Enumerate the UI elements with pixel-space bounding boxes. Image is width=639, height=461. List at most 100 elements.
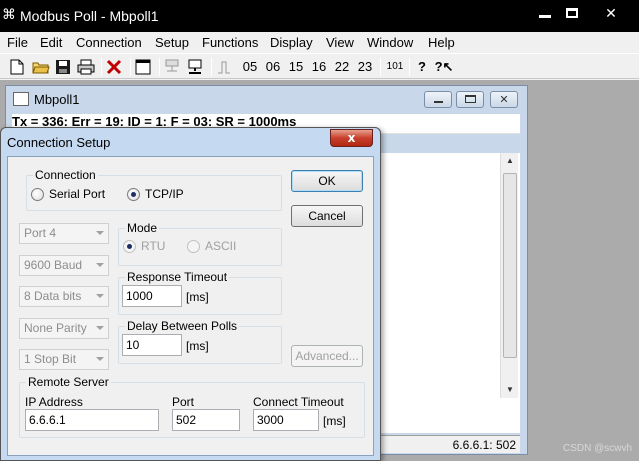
mode-group: Mode RTU ASCII bbox=[118, 221, 282, 266]
menu-view[interactable]: View bbox=[326, 35, 354, 50]
context-help-button[interactable]: ?↖ bbox=[434, 57, 454, 77]
port-select[interactable]: Port 4 bbox=[19, 223, 109, 244]
toolbar-separator bbox=[130, 58, 131, 76]
ok-button[interactable]: OK bbox=[291, 170, 363, 192]
fc-15-button[interactable]: 15 bbox=[286, 57, 306, 77]
dialog-titlebar: Connection Setup x bbox=[1, 128, 380, 156]
chevron-down-icon bbox=[96, 263, 104, 267]
port-input[interactable]: 502 bbox=[172, 409, 240, 431]
minimize-icon bbox=[434, 101, 443, 103]
child-close-button[interactable]: ✕ bbox=[490, 91, 518, 108]
print-button[interactable] bbox=[77, 57, 97, 77]
data-bits-select[interactable]: 8 Data bits bbox=[19, 286, 109, 307]
dialog-close-button[interactable]: x bbox=[330, 129, 373, 147]
chevron-down-icon bbox=[96, 326, 104, 330]
maximize-icon bbox=[465, 95, 476, 103]
new-button[interactable] bbox=[10, 57, 28, 77]
main-titlebar: ⌘ Modbus Poll - Mbpoll1 ✕ bbox=[0, 0, 639, 32]
new-file-icon bbox=[10, 59, 24, 75]
child-maximize-button[interactable] bbox=[456, 91, 484, 108]
menu-window[interactable]: Window bbox=[367, 35, 413, 50]
main-window: ⌘ Modbus Poll - Mbpoll1 ✕ File Edit Conn… bbox=[0, 0, 639, 461]
scroll-thumb[interactable] bbox=[503, 173, 517, 358]
save-button[interactable] bbox=[55, 57, 73, 77]
minimize-icon bbox=[539, 15, 551, 18]
tcp-ip-radio[interactable]: TCP/IP bbox=[127, 187, 184, 201]
stop-bit-select[interactable]: 1 Stop Bit bbox=[19, 349, 109, 370]
radio-checked-icon bbox=[123, 239, 136, 253]
delete-button[interactable] bbox=[106, 57, 126, 77]
cancel-button[interactable]: Cancel bbox=[291, 205, 363, 227]
watermark-text: CSDN @scwvh bbox=[563, 443, 633, 454]
dialog-title: Connection Setup bbox=[7, 135, 111, 150]
serial-port-label: Serial Port bbox=[49, 187, 106, 201]
baud-select-value: 9600 Baud bbox=[24, 258, 83, 272]
connect-button[interactable] bbox=[164, 57, 184, 77]
disconnect-button[interactable] bbox=[187, 57, 207, 77]
maximize-button[interactable] bbox=[558, 4, 586, 24]
connect-timeout-input[interactable]: 3000 bbox=[253, 409, 319, 431]
menu-display[interactable]: Display bbox=[270, 35, 313, 50]
help-button[interactable]: ? bbox=[413, 57, 431, 77]
menu-file[interactable]: File bbox=[7, 35, 28, 50]
network-connect-icon bbox=[165, 59, 179, 72]
parity-select[interactable]: None Parity bbox=[19, 318, 109, 339]
close-button[interactable]: ✕ bbox=[586, 4, 636, 24]
menu-connection[interactable]: Connection bbox=[76, 35, 142, 50]
response-timeout-label: Response Timeout bbox=[125, 270, 230, 284]
toolbar: 05 06 15 16 22 23 101 ? ?↖ bbox=[0, 53, 639, 79]
open-folder-icon bbox=[32, 62, 50, 74]
fc-16-button[interactable]: 16 bbox=[309, 57, 329, 77]
connection-group-label: Connection bbox=[33, 168, 98, 182]
menu-setup[interactable]: Setup bbox=[155, 35, 189, 50]
remote-server-label: Remote Server bbox=[26, 375, 111, 389]
delay-between-polls-unit: [ms] bbox=[186, 339, 209, 353]
fc-22-button[interactable]: 22 bbox=[332, 57, 352, 77]
toolbar-separator bbox=[380, 58, 381, 76]
mode-group-label: Mode bbox=[125, 221, 160, 235]
advanced-button[interactable]: Advanced... bbox=[291, 345, 363, 367]
child-titlebar: Mbpoll1 ✕ bbox=[6, 86, 527, 112]
connect-timeout-label: Connect Timeout bbox=[253, 395, 344, 409]
menu-help[interactable]: Help bbox=[428, 35, 455, 50]
ascii-radio[interactable]: ASCII bbox=[187, 239, 236, 253]
delay-between-polls-input[interactable]: 10 bbox=[122, 334, 182, 356]
dialog-body: Connection Serial Port TCP/IP OK Cancel … bbox=[7, 156, 374, 456]
minimize-button[interactable] bbox=[530, 4, 558, 24]
ip-address-label: IP Address bbox=[25, 395, 83, 409]
menu-functions[interactable]: Functions bbox=[202, 35, 258, 50]
fc-05-button[interactable]: 05 bbox=[240, 57, 260, 77]
toolbar-separator bbox=[409, 58, 410, 76]
code-101-button[interactable]: 101 bbox=[384, 57, 406, 77]
window-button[interactable] bbox=[135, 57, 155, 77]
tcp-ip-label: TCP/IP bbox=[145, 187, 184, 201]
fc-06-button[interactable]: 06 bbox=[263, 57, 283, 77]
network-disconnect-icon bbox=[188, 59, 202, 74]
vertical-scrollbar[interactable]: ▲ ▼ bbox=[500, 153, 518, 398]
child-minimize-button[interactable] bbox=[424, 91, 452, 108]
response-timeout-input[interactable]: 1000 bbox=[122, 285, 182, 307]
red-x-icon bbox=[106, 59, 122, 75]
window-icon bbox=[135, 59, 151, 75]
scroll-up-icon[interactable]: ▲ bbox=[501, 153, 519, 169]
open-button[interactable] bbox=[32, 57, 52, 77]
save-disk-icon bbox=[56, 60, 70, 74]
radio-unchecked-icon bbox=[31, 187, 44, 201]
modbus-app-icon: ⌘ bbox=[2, 7, 16, 23]
serial-port-radio[interactable]: Serial Port bbox=[31, 187, 105, 201]
menu-edit[interactable]: Edit bbox=[40, 35, 62, 50]
single-read-button[interactable] bbox=[216, 57, 236, 77]
port-select-value: Port 4 bbox=[24, 226, 57, 240]
chevron-down-icon bbox=[96, 357, 104, 361]
main-window-title: Modbus Poll - Mbpoll1 bbox=[20, 8, 159, 24]
rtu-radio[interactable]: RTU bbox=[123, 239, 165, 253]
scroll-down-icon[interactable]: ▼ bbox=[501, 382, 519, 398]
delay-between-polls-label: Delay Between Polls bbox=[125, 319, 240, 333]
data-bits-select-value: 8 Data bits bbox=[24, 289, 82, 303]
baud-select[interactable]: 9600 Baud bbox=[19, 255, 109, 276]
parity-select-value: None Parity bbox=[24, 321, 87, 335]
fc-23-button[interactable]: 23 bbox=[355, 57, 375, 77]
ip-address-input[interactable]: 6.6.6.1 bbox=[25, 409, 159, 431]
close-icon: x bbox=[347, 131, 356, 145]
printer-icon bbox=[77, 59, 95, 75]
